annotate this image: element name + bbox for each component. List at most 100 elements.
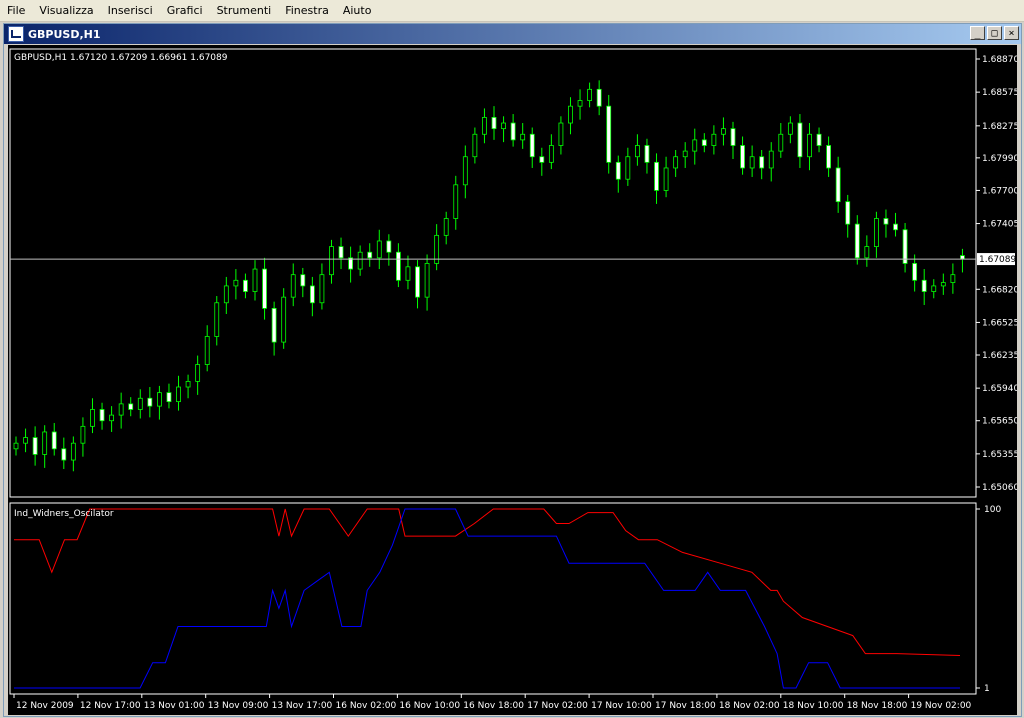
- candle-body: [80, 425, 86, 444]
- candle-body: [51, 431, 57, 450]
- time-tick-label: 13 Nov 01:00: [144, 701, 205, 711]
- candle-body: [472, 133, 478, 158]
- candle-body: [568, 105, 573, 124]
- candle-body: [147, 397, 153, 407]
- candle-body: [491, 117, 497, 130]
- candle-body: [118, 403, 124, 416]
- window-title-bar[interactable]: GBPUSD,H1 _ □ ×: [4, 24, 1021, 44]
- candle-body: [42, 431, 48, 455]
- price-tick-label: 1.67405: [982, 220, 1017, 230]
- candle-body: [558, 122, 564, 146]
- candle-body: [730, 128, 736, 146]
- chart-canvas[interactable]: 1.68870 1.68575 1.68275 1.67990 1.67700 1.674…: [8, 45, 1019, 715]
- candle-body: [606, 105, 612, 163]
- oscillator-series-blue: [14, 508, 960, 689]
- menu-visualizza[interactable]: Visualizza: [32, 0, 100, 21]
- price-tick-label: 1.66525: [982, 318, 1017, 328]
- candle-body: [70, 442, 76, 461]
- candle-body: [692, 139, 698, 152]
- candle-body: [721, 128, 726, 135]
- osc-tick-label: 1: [984, 684, 990, 694]
- candle-body: [424, 263, 430, 298]
- candle-body: [176, 386, 181, 403]
- candle-body: [615, 161, 621, 180]
- candle-body: [635, 145, 640, 158]
- time-tick-label: 17 Nov 10:00: [591, 701, 652, 711]
- candle-body: [32, 437, 38, 455]
- time-tick-label: 12 Nov 17:00: [80, 701, 141, 711]
- candle-body: [921, 279, 927, 292]
- time-tick-label: 18 Nov 02:00: [719, 701, 780, 711]
- time-tick-label: 17 Nov 18:00: [655, 701, 716, 711]
- price-tick-label: 1.68575: [982, 88, 1017, 98]
- candle-body: [204, 336, 210, 365]
- candle-body: [185, 381, 191, 388]
- price-tick-label: 1.68275: [982, 122, 1017, 132]
- window-title: GBPUSD,H1: [28, 27, 101, 41]
- candle-body: [940, 282, 946, 287]
- candle-body: [482, 117, 487, 135]
- candle-body: [233, 279, 239, 287]
- price-tick-label: 1.68870: [982, 55, 1017, 65]
- candle-body: [290, 274, 296, 298]
- candle-body: [23, 437, 28, 444]
- candle-body: [874, 218, 879, 248]
- candle-body: [883, 218, 889, 225]
- candle-body: [596, 88, 602, 107]
- candle-body: [281, 296, 287, 343]
- candle-body: [835, 167, 841, 203]
- candle-body: [625, 156, 631, 180]
- chart-area[interactable]: 1.68870 1.68575 1.68275 1.67990 1.67700 1.674…: [8, 45, 1019, 715]
- close-button[interactable]: ×: [1004, 26, 1019, 40]
- time-tick-label: 13 Nov 17:00: [272, 701, 333, 711]
- menu-file[interactable]: File: [0, 0, 32, 21]
- candle-body: [902, 229, 908, 264]
- maximize-button[interactable]: □: [987, 26, 1002, 40]
- candle-body: [137, 397, 143, 410]
- price-tick-label: 1.65650: [982, 417, 1017, 427]
- candle-body: [787, 122, 793, 135]
- time-tick-label: 19 Nov 02:00: [911, 701, 972, 711]
- menu-grafici[interactable]: Grafici: [160, 0, 210, 21]
- oscillator-series-red: [14, 508, 961, 656]
- price-tick-label: 1.65940: [982, 384, 1017, 394]
- price-panel: 1.68870 1.68575 1.68275 1.67990 1.67700 1.674…: [9, 48, 1019, 498]
- candle-body: [654, 161, 659, 191]
- candle-body: [644, 145, 650, 163]
- time-tick-label: 18 Nov 18:00: [847, 701, 908, 711]
- candle-body: [61, 448, 67, 461]
- candle-body: [854, 223, 860, 259]
- menu-strumenti[interactable]: Strumenti: [210, 0, 279, 21]
- candle-body: [797, 122, 803, 158]
- candle-body: [223, 285, 229, 304]
- candle-body: [711, 133, 717, 146]
- candle-body: [740, 145, 745, 169]
- time-tick-label: 16 Nov 02:00: [336, 701, 397, 711]
- candle-body: [539, 156, 545, 163]
- price-tick-label: 1.67700: [982, 186, 1017, 196]
- time-tick-label: 16 Nov 10:00: [399, 701, 460, 711]
- time-tick-label: 17 Nov 02:00: [527, 701, 588, 711]
- candle-body: [166, 392, 172, 403]
- minimize-button[interactable]: _: [970, 26, 985, 40]
- menu-finestra[interactable]: Finestra: [278, 0, 336, 21]
- candle-body: [701, 139, 707, 146]
- candle-body: [950, 274, 956, 283]
- candle-body: [376, 240, 382, 259]
- price-tick-label: 1.65060: [982, 483, 1017, 493]
- candle-body: [682, 150, 688, 158]
- menu-inserisci[interactable]: Inserisci: [101, 0, 160, 21]
- candle-body: [271, 307, 277, 343]
- candle-body: [845, 201, 851, 225]
- candle-body: [109, 414, 114, 422]
- candle-body: [453, 184, 459, 219]
- candle-body: [663, 167, 669, 191]
- candle-body: [759, 156, 765, 169]
- time-tick-label: 12 Nov 2009: [16, 701, 74, 711]
- candle-body: [443, 218, 449, 236]
- candle-body: [367, 251, 373, 259]
- menu-aiuto[interactable]: Aiuto: [336, 0, 379, 21]
- candle-body: [156, 392, 162, 407]
- candle-body: [768, 150, 774, 169]
- price-tick-label: 1.66235: [982, 351, 1017, 361]
